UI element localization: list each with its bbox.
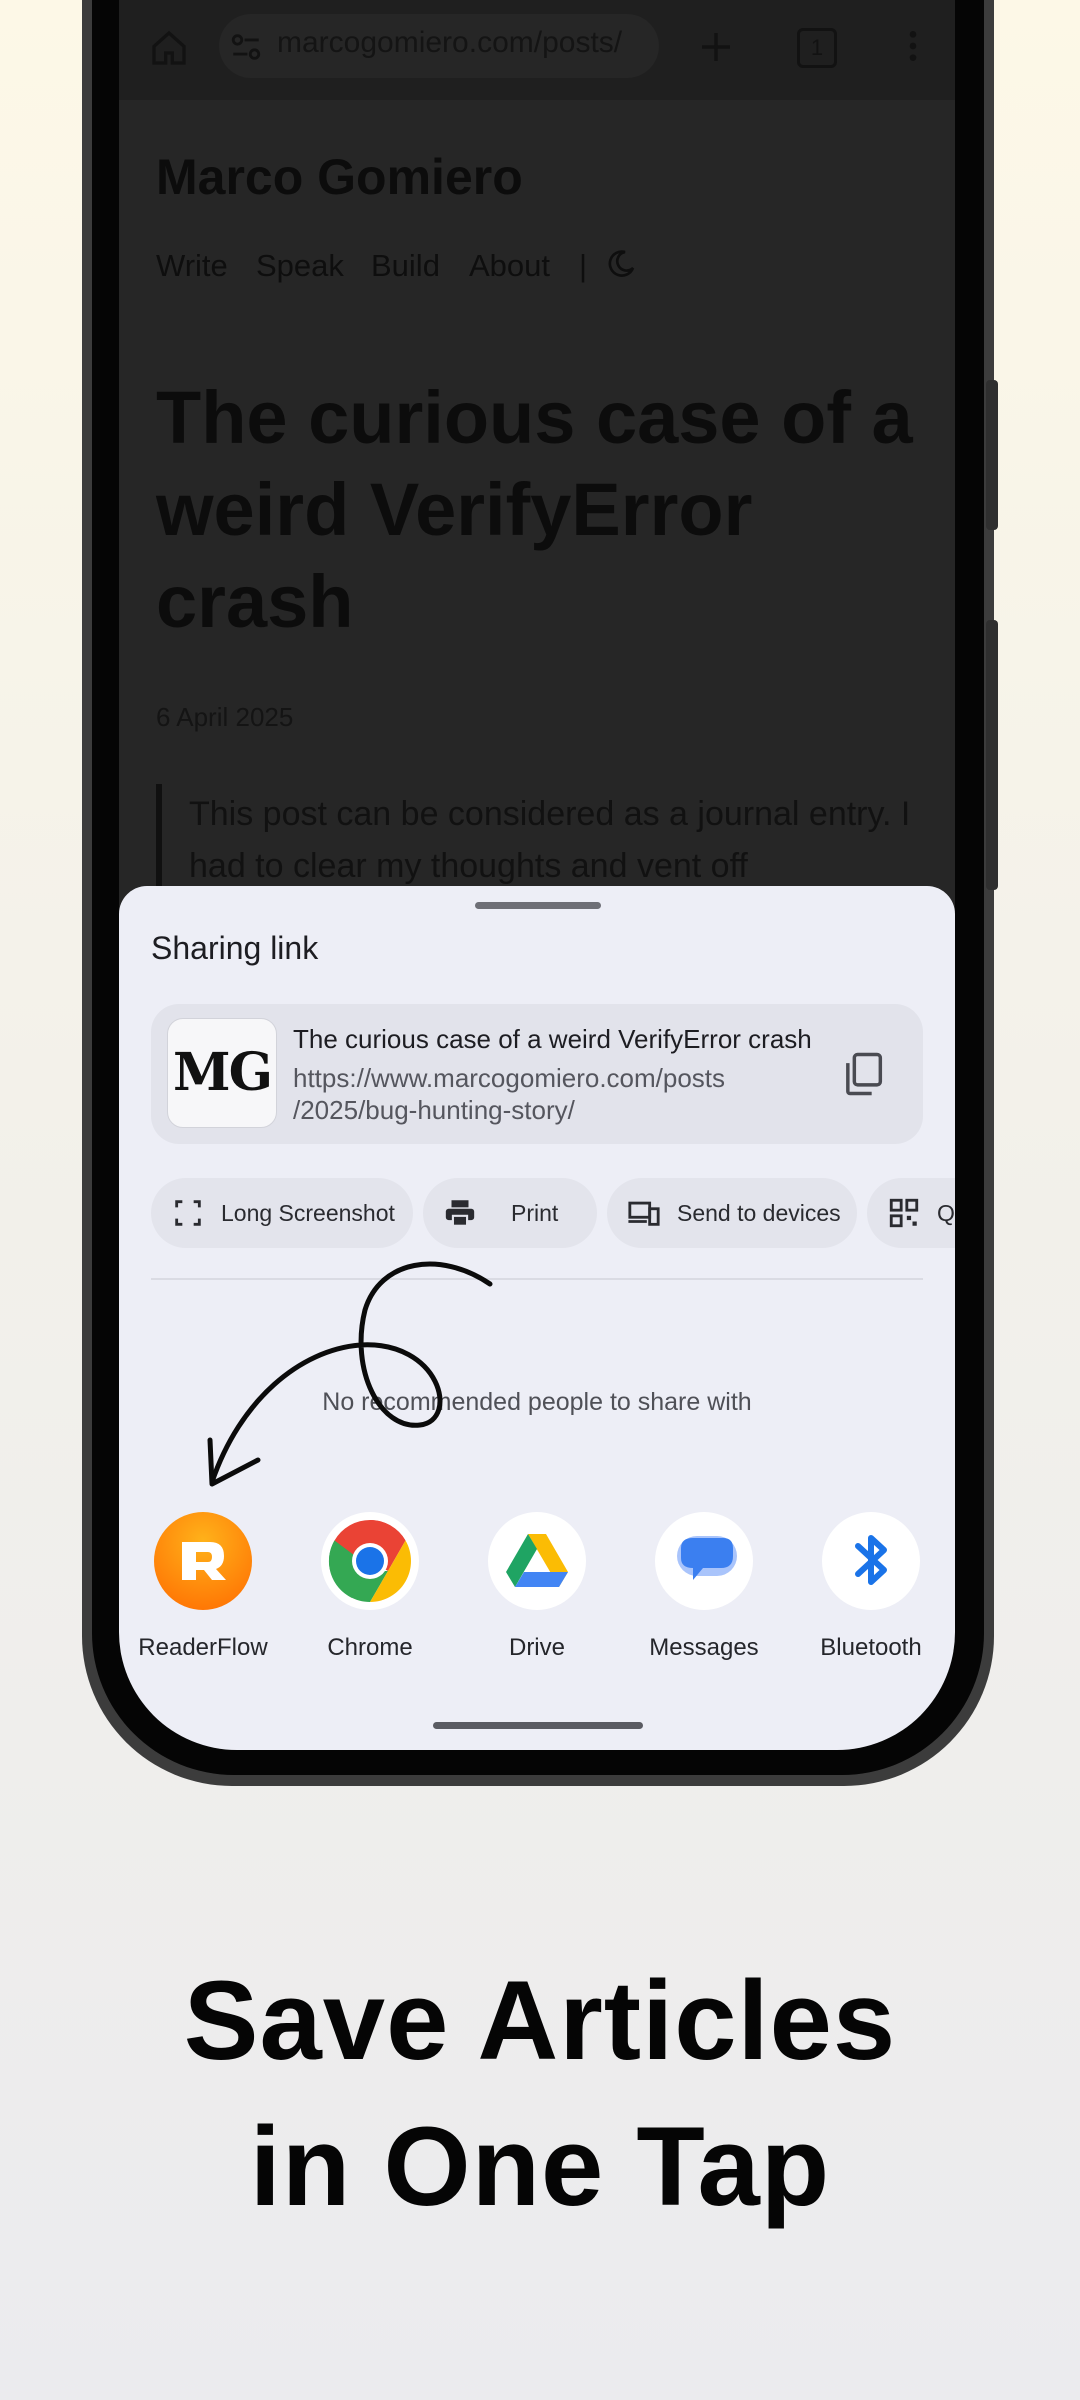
preview-title: The curious case of a weird VerifyError … bbox=[293, 1024, 812, 1054]
article-title: The curious case of a weird VerifyError … bbox=[156, 376, 913, 643]
site-title[interactable]: Marco Gomiero bbox=[156, 148, 523, 206]
link-preview: MG The curious case of a weird VerifyErr… bbox=[151, 1004, 923, 1144]
preview-url-line1: https://www.marcogomiero.com/posts bbox=[293, 1063, 726, 1093]
qr-code-label: QR bbox=[937, 1200, 955, 1226]
chrome-icon bbox=[321, 1512, 419, 1610]
long-screenshot-icon bbox=[175, 1200, 201, 1226]
drive-icon bbox=[488, 1512, 586, 1610]
new-tab-icon[interactable] bbox=[695, 26, 737, 68]
send-to-devices-button[interactable]: Send to devices bbox=[607, 1178, 857, 1248]
share-target-chrome[interactable]: Chrome bbox=[290, 1512, 450, 1662]
preview-url: https://www.marcogomiero.com/posts /2025… bbox=[293, 1062, 793, 1126]
long-screenshot-button[interactable]: Long Screenshot bbox=[151, 1178, 413, 1248]
share-actions-row: Long Screenshot Print Send to devices QR bbox=[151, 1178, 955, 1248]
copy-icon[interactable] bbox=[837, 1048, 889, 1100]
preview-url-line2: /2025/bug-hunting-story/ bbox=[293, 1095, 575, 1125]
tab-switcher-button[interactable]: 1 bbox=[797, 28, 837, 68]
tagline: Save Articles in One Tap bbox=[0, 1948, 1080, 2240]
tab-count: 1 bbox=[810, 35, 824, 60]
readerflow-icon bbox=[154, 1512, 252, 1610]
qr-code-button[interactable]: QR bbox=[867, 1178, 955, 1248]
bluetooth-label: Bluetooth bbox=[820, 1634, 922, 1661]
share-target-readerflow[interactable]: ReaderFlow bbox=[123, 1512, 283, 1662]
messages-label: Messages bbox=[649, 1634, 759, 1661]
article-quote: This post can be considered as a journal… bbox=[189, 795, 911, 885]
chrome-label: Chrome bbox=[327, 1634, 413, 1661]
home-icon[interactable] bbox=[149, 28, 189, 68]
browser-toolbar: marcogomiero.com/posts/ 1 bbox=[119, 0, 955, 100]
nav-separator: | bbox=[579, 248, 588, 283]
print-button[interactable]: Print bbox=[423, 1178, 597, 1248]
print-label: Print bbox=[511, 1200, 559, 1226]
nav-build[interactable]: Build bbox=[371, 248, 440, 284]
drag-handle[interactable] bbox=[475, 902, 601, 909]
nav-write[interactable]: Write bbox=[156, 248, 228, 284]
share-sheet-title: Sharing link bbox=[151, 930, 319, 966]
nav-speak[interactable]: Speak bbox=[256, 248, 344, 284]
bluetooth-icon bbox=[822, 1512, 920, 1610]
nav-about[interactable]: About bbox=[469, 248, 550, 284]
qr-code-icon bbox=[889, 1198, 919, 1228]
long-screenshot-label: Long Screenshot bbox=[221, 1200, 395, 1226]
tagline-line2: in One Tap bbox=[249, 2104, 831, 2229]
phone-screen: marcogomiero.com/posts/ 1 Marco Gomiero … bbox=[119, 0, 955, 1750]
messages-icon bbox=[655, 1512, 753, 1610]
more-options-icon[interactable] bbox=[893, 26, 933, 66]
no-recommendations-text: No recommended people to share with bbox=[322, 1388, 752, 1416]
dark-mode-icon[interactable] bbox=[605, 248, 637, 280]
site-settings-icon[interactable] bbox=[229, 30, 263, 64]
volume-button bbox=[986, 620, 998, 890]
power-button bbox=[986, 380, 998, 530]
article-date: 6 April 2025 bbox=[156, 702, 294, 732]
divider bbox=[151, 1278, 923, 1280]
devices-icon bbox=[628, 1201, 660, 1226]
gesture-nav-bar[interactable] bbox=[433, 1722, 643, 1729]
site-thumbnail: MG bbox=[167, 1018, 277, 1128]
readerflow-label: ReaderFlow bbox=[138, 1634, 268, 1661]
share-target-drive[interactable]: Drive bbox=[457, 1512, 617, 1662]
tagline-line1: Save Articles bbox=[183, 1958, 897, 2083]
drive-label: Drive bbox=[508, 1634, 565, 1661]
print-icon bbox=[445, 1200, 475, 1227]
share-target-bluetooth[interactable]: Bluetooth bbox=[791, 1512, 951, 1662]
url-text[interactable]: marcogomiero.com/posts/ bbox=[277, 26, 622, 60]
share-sheet: Sharing link MG The curious case of a we… bbox=[119, 886, 955, 1750]
send-to-devices-label: Send to devices bbox=[677, 1200, 841, 1226]
share-target-messages[interactable]: Messages bbox=[624, 1512, 784, 1662]
